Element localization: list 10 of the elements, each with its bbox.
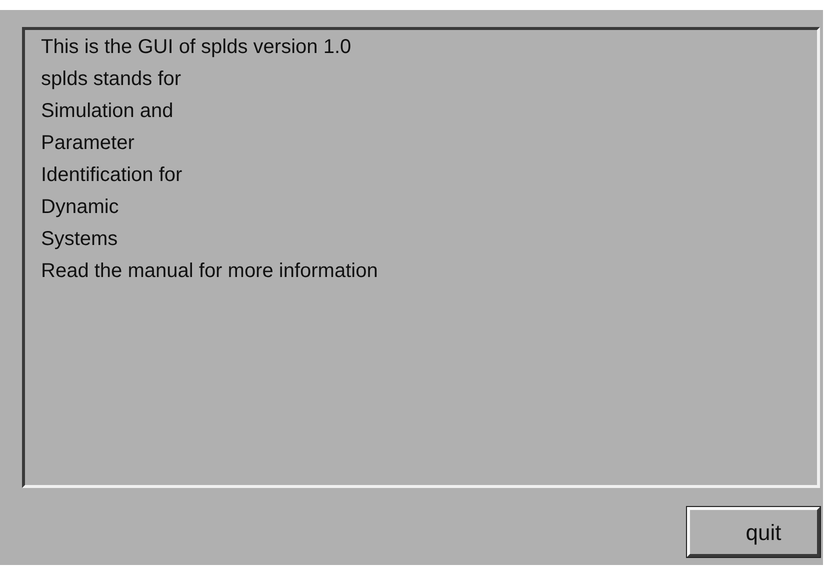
text-line: Systems: [41, 227, 118, 252]
text-line: Simulation and: [41, 99, 174, 124]
text-line: Identification for: [41, 163, 182, 188]
text-line: Parameter: [41, 131, 134, 156]
text-line: This is the GUI of splds version 1.0: [41, 35, 352, 60]
text-line: splds stands for: [41, 67, 182, 92]
text-line: Dynamic: [41, 195, 119, 220]
text-line: Read the manual for more information: [41, 259, 378, 284]
quit-button[interactable]: quit: [687, 507, 820, 557]
text-area[interactable]: This is the GUI of splds version 1.0 splds stands for Simulation and Parameter Identification for Dynamic Systems Read the manual for more information: [22, 27, 820, 488]
